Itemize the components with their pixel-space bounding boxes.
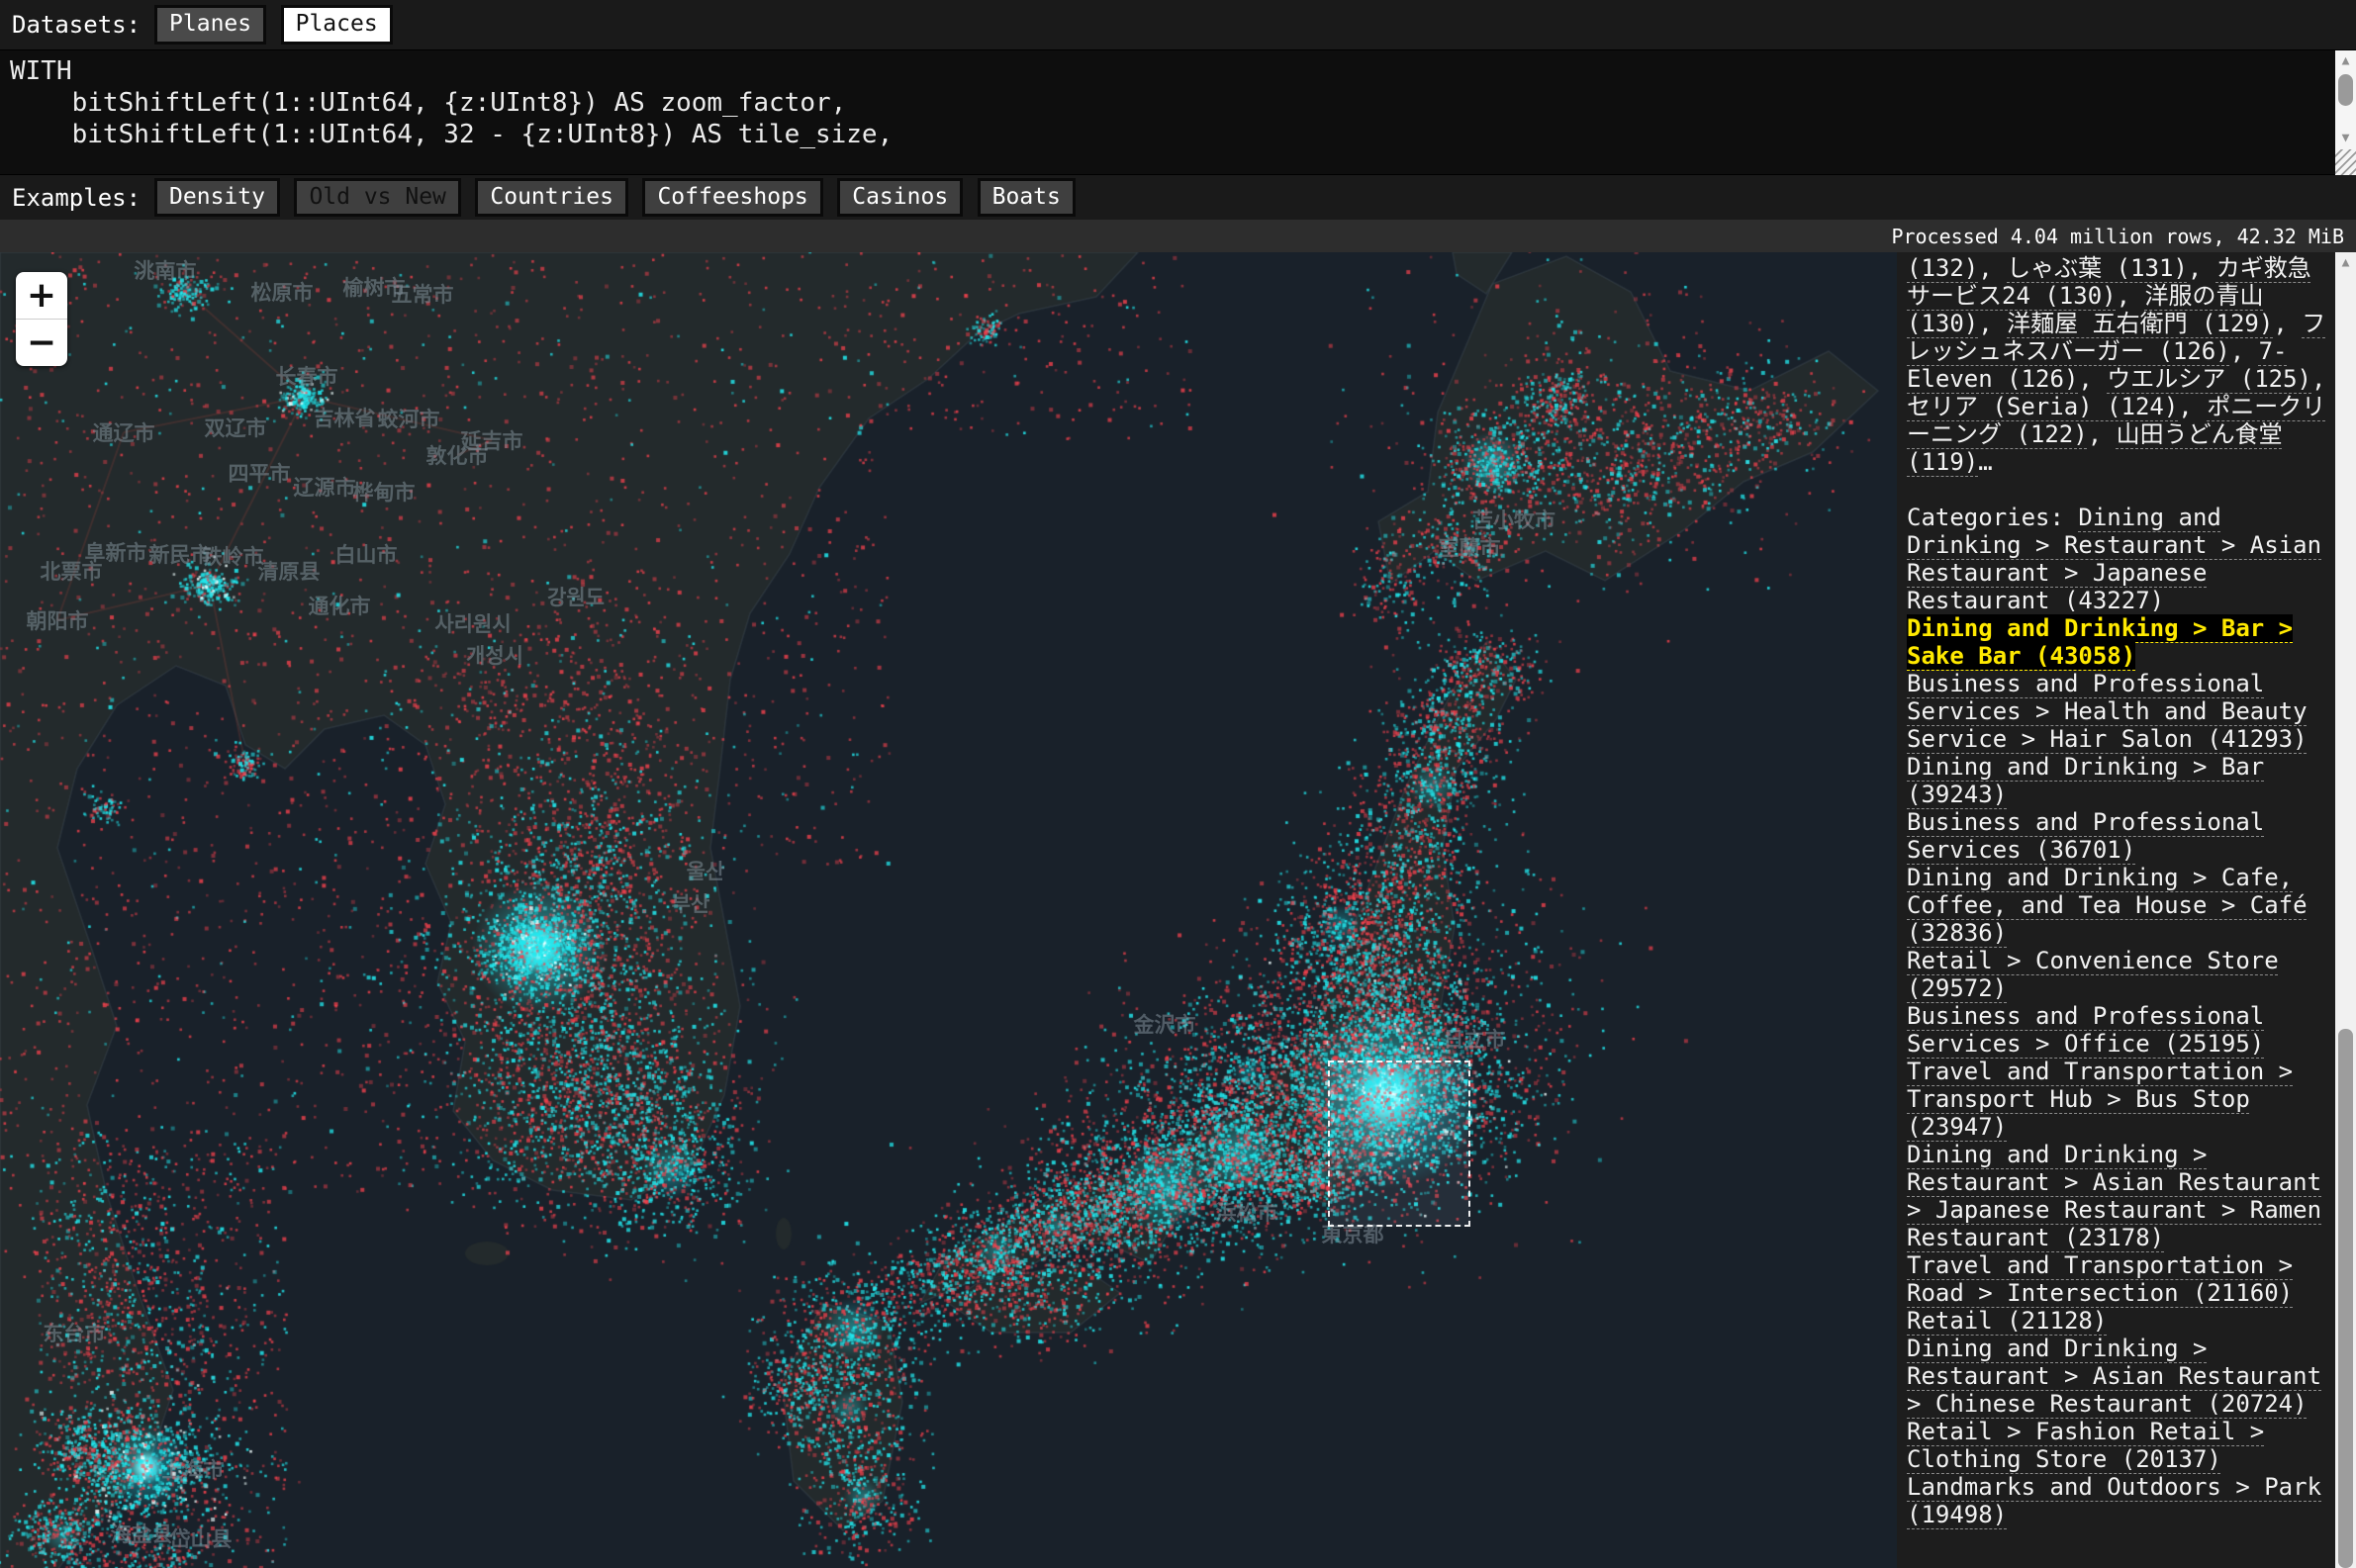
category-link[interactable]: Dining and Drinking > Restaurant > Asian…: [1907, 1141, 2321, 1251]
map-place-label: 울산: [687, 856, 725, 885]
brand-link[interactable]: セリア (Seria) (124): [1907, 393, 2178, 420]
examples-label: Examples:: [12, 184, 141, 212]
map-place-label: 海盐县: [111, 1519, 173, 1548]
map-place-label: 개성시: [466, 640, 523, 670]
datasets-bar: Datasets: Planes Places: [0, 0, 2356, 49]
category-link[interactable]: Business and Professional Services > Off…: [1907, 1002, 2264, 1058]
map-place-label: 浜松市: [1216, 1197, 1278, 1227]
category-link[interactable]: Travel and Transportation > Road > Inter…: [1907, 1251, 2293, 1307]
app-window: Datasets: Planes Places WITH bitShiftLef…: [0, 0, 2356, 1568]
sidebar-scrollbar-thumb[interactable]: [2338, 1029, 2353, 1568]
map-place-label: 清原县: [258, 556, 321, 586]
map-place-label: 室蘭市: [1439, 532, 1501, 562]
processed-rows-status: Processed 4.04 million rows, 42.32 MiB: [1891, 225, 2344, 248]
example-button-old-vs-new[interactable]: Old vs New: [294, 178, 460, 218]
category-link[interactable]: Retail > Fashion Retail > Clothing Store…: [1907, 1418, 2264, 1473]
zoom-in-button[interactable]: +: [16, 272, 67, 320]
dataset-button-planes[interactable]: Planes: [154, 5, 266, 45]
dataset-buttons: Planes Places: [154, 5, 393, 45]
category-link[interactable]: Retail > Convenience Store (29572): [1907, 947, 2279, 1002]
map-place-label: 白山市: [335, 539, 398, 569]
map-place-label: 朝阳市: [27, 605, 89, 635]
map-place-label: 강원도: [547, 582, 605, 611]
sql-editor-wrap: WITH bitShiftLeft(1::UInt64, {z:UInt8}) …: [0, 49, 2356, 174]
sql-editor-scrollbar[interactable]: ▲ ▼: [2335, 50, 2356, 175]
category-link[interactable]: Business and Professional Services > Hea…: [1907, 670, 2308, 753]
dataset-button-places[interactable]: Places: [281, 5, 393, 45]
map-place-label: 吉林省: [314, 403, 376, 432]
map-place-label: 蛟河市: [378, 404, 440, 433]
category-link[interactable]: Dining and Drinking > Cafe, Coffee, and …: [1907, 864, 2308, 947]
map-place-label: 长春市: [276, 361, 338, 391]
map-place-label: 通辽市: [93, 417, 155, 447]
categories-list: Categories: Dining and Drinking > Restau…: [1907, 504, 2327, 1528]
map-place-label: 桦甸市: [353, 477, 416, 507]
map-place-label: 苫小牧市: [1472, 505, 1555, 534]
brand-link[interactable]: ウエルシア (125): [2107, 365, 2311, 393]
zoom-control: + −: [16, 272, 67, 366]
examples-bar: Examples: Density Old vs New Countries C…: [0, 174, 2356, 220]
map-place-label: 四平市: [229, 458, 291, 488]
map-place-label: 松原市: [251, 277, 314, 307]
example-button-casinos[interactable]: Casinos: [837, 178, 963, 218]
scroll-up-icon[interactable]: ▲: [2335, 252, 2356, 272]
example-button-boats[interactable]: Boats: [978, 178, 1076, 218]
map-place-label: 五常市: [392, 279, 454, 309]
datasets-label: Datasets:: [12, 11, 141, 39]
category-link[interactable]: Dining and Drinking > Bar (39243): [1907, 753, 2264, 808]
map-canvas[interactable]: [0, 252, 1897, 1568]
category-link[interactable]: Retail (21128): [1907, 1307, 2107, 1335]
example-button-countries[interactable]: Countries: [475, 178, 628, 218]
zoom-out-button[interactable]: −: [16, 320, 67, 366]
map-place-label: 日立市: [1444, 1024, 1506, 1054]
example-button-density[interactable]: Density: [154, 178, 280, 218]
map-place-label: 通化市: [309, 591, 371, 620]
category-link[interactable]: Travel and Transportation > Transport Hu…: [1907, 1058, 2293, 1141]
brand-link[interactable]: 洋麺屋 五右衛門 (129): [2007, 310, 2273, 337]
results-sidebar: (132), しゃぶ葉 (131), カギ救急サービス24 (130), 洋服の…: [1897, 252, 2335, 1568]
map-place-label: 金沢市: [1134, 1009, 1196, 1039]
map-place-label: 铁岭市: [202, 541, 264, 571]
map-place-label: 岱山县: [170, 1523, 233, 1553]
category-link[interactable]: Business and Professional Services (3670…: [1907, 808, 2264, 864]
scroll-up-icon[interactable]: ▲: [2335, 50, 2356, 70]
status-strip: Processed 4.04 million rows, 42.32 MiB: [0, 220, 2356, 252]
category-link[interactable]: Dining and Drinking > Bar > Sake Bar (43…: [1907, 614, 2293, 670]
map-place-label: 사리원시: [434, 608, 511, 638]
brand-link[interactable]: (132): [1907, 254, 1978, 282]
map-place-label: 辽源市: [294, 472, 356, 502]
example-buttons: Density Old vs New Countries Coffeeshops…: [154, 178, 1076, 218]
sql-scrollbar-thumb[interactable]: [2338, 74, 2353, 106]
map-selection-box: [1328, 1061, 1470, 1227]
brands-list: (132), しゃぶ葉 (131), カギ救急サービス24 (130), 洋服の…: [1907, 254, 2327, 476]
example-button-coffeeshops[interactable]: Coffeeshops: [642, 178, 822, 218]
map-place-label: 부산: [672, 888, 710, 918]
map-place-label: 东台市: [44, 1318, 106, 1347]
textarea-resize-grip-icon[interactable]: [2335, 149, 2356, 175]
category-link[interactable]: Dining and Drinking > Restaurant > Asian…: [1907, 1335, 2321, 1418]
category-link[interactable]: Landmarks and Outdoors > Park (19498): [1907, 1473, 2321, 1528]
sidebar-scrollbar[interactable]: ▲: [2335, 252, 2356, 1568]
scroll-down-icon[interactable]: ▼: [2335, 128, 2356, 147]
map-place-label: 敦化市: [426, 440, 489, 470]
brand-link[interactable]: しゃぶ葉 (131): [2007, 254, 2188, 282]
map-place-label: 北票市: [41, 556, 103, 586]
categories-label: Categories:: [1907, 504, 2078, 531]
sql-editor[interactable]: WITH bitShiftLeft(1::UInt64, {z:UInt8}) …: [0, 50, 2356, 150]
map-place-label: 上海市: [162, 1454, 225, 1484]
content-row: 洮南市松原市榆树市五常市长春市吉林省蛟河市延吉市敦化市双辽市通辽市四平市辽源市桦…: [0, 252, 2356, 1568]
map-place-label: 双辽市: [205, 413, 267, 442]
map-place-label: 洮南市: [135, 255, 197, 285]
map-viewport[interactable]: 洮南市松原市榆树市五常市长春市吉林省蛟河市延吉市敦化市双辽市通辽市四平市辽源市桦…: [0, 252, 1897, 1568]
